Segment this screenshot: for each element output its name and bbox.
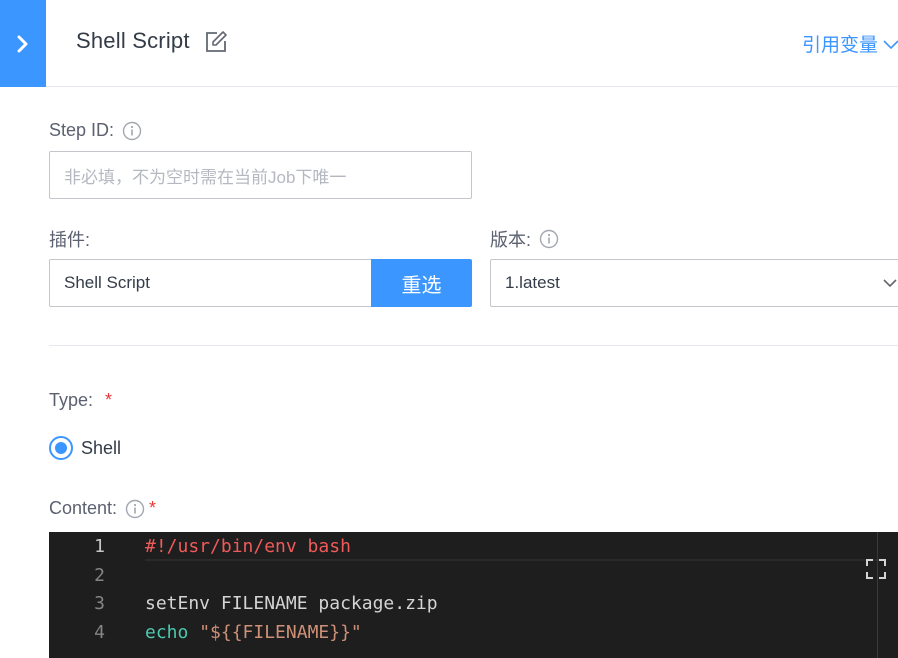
code-string: "${{FILENAME}}": [199, 622, 362, 643]
code-line: setEnv FILENAME package.zip: [145, 593, 438, 614]
version-label-group: 版本:: [490, 226, 559, 252]
code-line: echo "${{FILENAME}}": [145, 622, 362, 643]
line-number: 2: [94, 565, 105, 586]
required-mark: *: [105, 390, 113, 410]
chevron-right-icon: [17, 35, 28, 52]
line-number: 1: [94, 536, 105, 557]
info-icon[interactable]: [125, 499, 145, 519]
edit-icon[interactable]: [204, 30, 228, 54]
editor-ruler: [877, 532, 878, 658]
type-radio-shell[interactable]: Shell: [49, 436, 121, 460]
radio-button[interactable]: [49, 436, 73, 460]
code-editor[interactable]: 1 2 3 4 #!/usr/bin/env bash setEnv FILEN…: [49, 532, 898, 658]
step-title: Shell Script: [76, 28, 190, 53]
chevron-down-icon: [883, 279, 897, 288]
plugin-input[interactable]: Shell Script: [49, 259, 372, 307]
step-id-label: Step ID:: [49, 120, 115, 140]
required-mark: *: [149, 498, 157, 518]
radio-selected-dot: [55, 442, 67, 454]
reference-variables-label: 引用变量: [801, 35, 878, 56]
plugin-label: 插件:: [49, 230, 91, 250]
code-keyword: echo: [145, 622, 189, 643]
info-icon[interactable]: [122, 121, 142, 141]
line-number-gutter: 1 2 3 4: [49, 532, 117, 658]
reselect-button[interactable]: 重选: [371, 259, 472, 307]
section-divider: [49, 345, 898, 346]
version-select[interactable]: 1.latest: [490, 259, 898, 307]
line-number: 4: [94, 622, 105, 643]
version-label: 版本:: [490, 230, 532, 250]
type-label: Type:: [49, 390, 94, 410]
info-icon[interactable]: [539, 229, 559, 249]
plugin-value: Shell Script: [64, 273, 150, 292]
plugin-label-group: 插件:: [49, 226, 90, 252]
step-header: Shell Script 引用变量: [46, 0, 898, 87]
code-line: #!/usr/bin/env bash: [145, 536, 351, 557]
reference-variables-link[interactable]: 引用变量: [802, 30, 898, 57]
collapse-panel-button[interactable]: [0, 0, 46, 87]
fullscreen-icon[interactable]: [865, 558, 887, 580]
step-id-placeholder: 非必填，不为空时需在当前Job下唯一: [64, 167, 347, 187]
content-label-group: Content: *: [49, 498, 156, 519]
radio-label: Shell: [81, 437, 122, 458]
content-label: Content:: [49, 498, 118, 518]
chevron-down-icon: [883, 39, 898, 49]
line-number: 3: [94, 593, 105, 614]
type-label-group: Type: *: [49, 390, 112, 411]
step-id-label-group: Step ID:: [49, 120, 142, 141]
version-value: 1.latest: [505, 273, 560, 292]
step-id-input[interactable]: 非必填，不为空时需在当前Job下唯一: [49, 151, 472, 199]
